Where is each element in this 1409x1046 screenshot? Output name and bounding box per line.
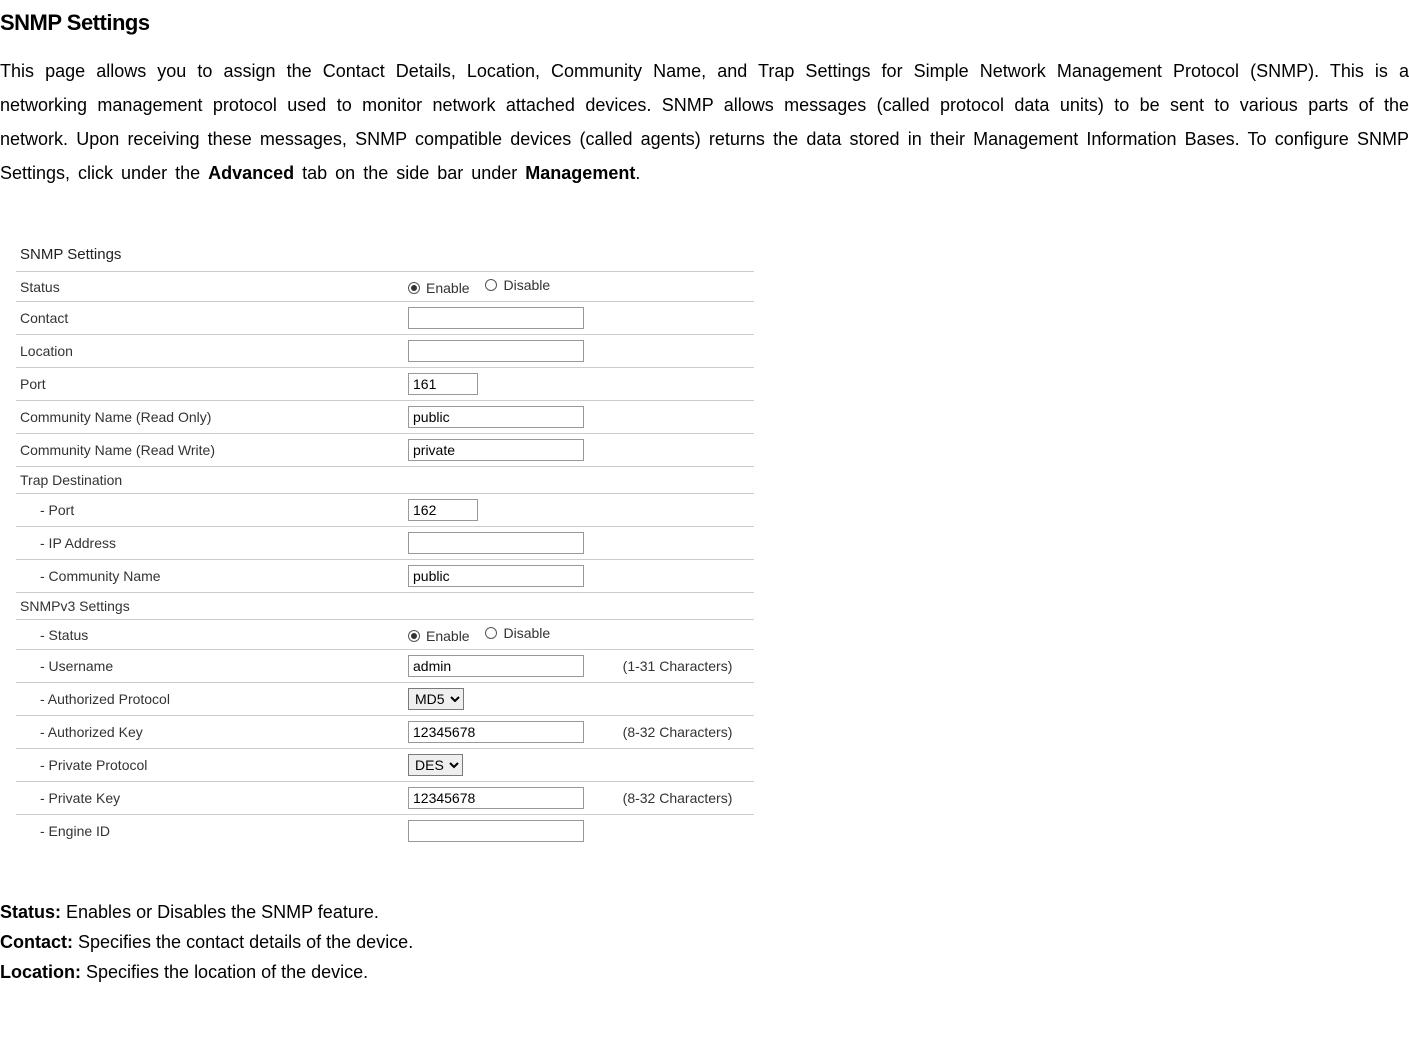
row-port: Port — [16, 368, 754, 401]
row-v3-authproto: - Authorized Protocol MD5 — [16, 683, 754, 716]
radio-unchecked-icon — [485, 279, 497, 291]
trap-ip-input[interactable] — [408, 532, 584, 554]
port-input[interactable] — [408, 373, 478, 395]
v3-engine-input[interactable] — [408, 820, 584, 842]
definitions: Status: Enables or Disables the SNMP fea… — [0, 897, 1409, 987]
page-title: SNMP Settings — [0, 10, 1409, 36]
definition-contact-term: Contact: — [0, 932, 73, 952]
v3-authproto-label: - Authorized Protocol — [16, 683, 404, 716]
row-v3-status: - Status Enable Disable — [16, 620, 754, 650]
v3-privkey-input[interactable] — [408, 787, 584, 809]
location-label: Location — [16, 335, 404, 368]
trap-port-input[interactable] — [408, 499, 478, 521]
definition-status-term: Status: — [0, 902, 61, 922]
community-rw-label: Community Name (Read Write) — [16, 434, 404, 467]
status-label: Status — [16, 272, 404, 302]
trap-community-label: - Community Name — [16, 560, 404, 593]
status-enable-radio[interactable]: Enable — [408, 280, 470, 296]
intro-paragraph: This page allows you to assign the Conta… — [0, 54, 1409, 190]
v3-authkey-label: - Authorized Key — [16, 716, 404, 749]
v3-privproto-label: - Private Protocol — [16, 749, 404, 782]
community-ro-label: Community Name (Read Only) — [16, 401, 404, 434]
v3-status-enable-label: Enable — [426, 628, 470, 644]
row-contact: Contact — [16, 302, 754, 335]
radio-checked-icon — [408, 630, 420, 642]
status-enable-label: Enable — [426, 280, 470, 296]
definition-status-desc: Enables or Disables the SNMP feature. — [61, 902, 379, 922]
row-v3-header: SNMPv3 Settings — [16, 593, 754, 620]
contact-label: Contact — [16, 302, 404, 335]
row-status: Status Enable Disable — [16, 272, 754, 302]
row-community-rw: Community Name (Read Write) — [16, 434, 754, 467]
v3-privkey-label: - Private Key — [16, 782, 404, 815]
intro-bold-management: Management — [525, 163, 635, 183]
v3-privproto-select[interactable]: DES — [408, 754, 463, 776]
row-v3-privproto: - Private Protocol DES — [16, 749, 754, 782]
v3-authkey-input[interactable] — [408, 721, 584, 743]
row-trap-port: - Port — [16, 494, 754, 527]
v3-header-label: SNMPv3 Settings — [16, 593, 754, 620]
row-trap-community: - Community Name — [16, 560, 754, 593]
definition-contact-desc: Specifies the contact details of the dev… — [73, 932, 413, 952]
port-label: Port — [16, 368, 404, 401]
radio-checked-icon — [408, 282, 420, 294]
v3-privkey-hint: (8-32 Characters) — [615, 782, 754, 815]
v3-status-enable-radio[interactable]: Enable — [408, 628, 470, 644]
row-v3-username: - Username (1-31 Characters) — [16, 650, 754, 683]
definition-status: Status: Enables or Disables the SNMP fea… — [0, 897, 1409, 927]
row-v3-privkey: - Private Key (8-32 Characters) — [16, 782, 754, 815]
trap-ip-label: - IP Address — [16, 527, 404, 560]
v3-status-label: - Status — [16, 620, 404, 650]
definition-location-desc: Specifies the location of the device. — [81, 962, 368, 982]
snmp-settings-panel: SNMP Settings Status Enable Disable Cont… — [16, 240, 754, 847]
panel-title: SNMP Settings — [16, 240, 754, 271]
status-disable-radio[interactable]: Disable — [485, 277, 550, 293]
contact-input[interactable] — [408, 307, 584, 329]
row-v3-engine: - Engine ID — [16, 815, 754, 848]
v3-username-label: - Username — [16, 650, 404, 683]
location-input[interactable] — [408, 340, 584, 362]
trap-port-label: - Port — [16, 494, 404, 527]
v3-authproto-select[interactable]: MD5 — [408, 688, 464, 710]
intro-text-2: tab on the side bar under — [294, 163, 525, 183]
row-location: Location — [16, 335, 754, 368]
row-v3-authkey: - Authorized Key (8-32 Characters) — [16, 716, 754, 749]
v3-username-hint: (1-31 Characters) — [615, 650, 754, 683]
definition-contact: Contact: Specifies the contact details o… — [0, 927, 1409, 957]
trap-community-input[interactable] — [408, 565, 584, 587]
row-trap-ip: - IP Address — [16, 527, 754, 560]
intro-text-3: . — [635, 163, 640, 183]
v3-status-disable-label: Disable — [503, 625, 550, 641]
v3-engine-label: - Engine ID — [16, 815, 404, 848]
community-ro-input[interactable] — [408, 406, 584, 428]
v3-username-input[interactable] — [408, 655, 584, 677]
v3-authkey-hint: (8-32 Characters) — [615, 716, 754, 749]
row-community-ro: Community Name (Read Only) — [16, 401, 754, 434]
definition-location: Location: Specifies the location of the … — [0, 957, 1409, 987]
definition-location-term: Location: — [0, 962, 81, 982]
row-trap-header: Trap Destination — [16, 467, 754, 494]
trap-header-label: Trap Destination — [16, 467, 754, 494]
status-disable-label: Disable — [503, 277, 550, 293]
v3-status-disable-radio[interactable]: Disable — [485, 625, 550, 641]
settings-table: Status Enable Disable Contact Location — [16, 271, 754, 847]
radio-unchecked-icon — [485, 627, 497, 639]
intro-bold-advanced: Advanced — [208, 163, 294, 183]
community-rw-input[interactable] — [408, 439, 584, 461]
